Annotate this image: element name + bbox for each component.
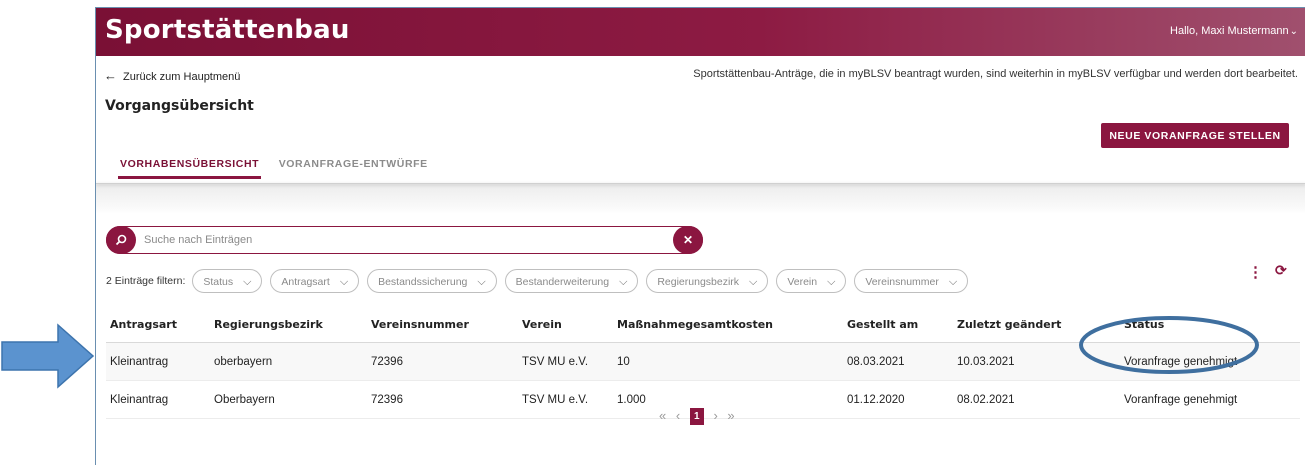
filter-bestanderweiterung[interactable]: Bestanderweiterung ⌵ [504,269,639,293]
column-header[interactable]: Regierungsbezirk [210,316,367,343]
filter-verein[interactable]: Verein ⌵ [776,269,847,293]
cell-kosten: 10 [613,342,843,381]
user-greeting: Hallo, Maxi Mustermann [1170,25,1289,37]
chevron-down-icon: ⌵ [749,276,758,288]
next-page-icon[interactable]: › [713,408,717,423]
refresh-icon[interactable]: ⟳ [1275,262,1287,279]
annotation-arrow [1,323,95,389]
chevron-down-icon: ⌵ [243,276,252,288]
column-header[interactable]: Vereinsnummer [367,316,518,343]
page-title: Vorgangsübersicht [105,98,254,114]
chevron-down-icon: ⌄ [1289,26,1298,37]
cell-gestellt: 08.03.2021 [843,342,953,381]
cell-regierungsbezirk: Oberbayern [210,380,367,419]
search-field[interactable]: Suche nach Einträgen ✕ [106,226,703,254]
tab-bar: VORHABENSÜBERSICHT VORANFRAGE-ENTWÜRFE [118,158,442,184]
app-window: Sportstättenbau Hallo, Maxi Mustermann⌄ … [95,7,1305,465]
cell-vereinsnummer: 72396 [367,380,518,419]
chevron-down-icon: ⌵ [619,276,628,288]
filter-status[interactable]: Status ⌵ [192,269,263,293]
filter-chip-label: Verein [787,276,818,288]
back-link-label: Zurück zum Hauptmenü [123,71,241,83]
new-request-button[interactable]: NEUE VORANFRAGE STELLEN [1101,123,1289,148]
search-icon[interactable] [106,226,136,254]
cell-status: Voranfrage genehmigt [1120,380,1300,419]
filter-chip-label: Status [203,276,234,288]
chevron-down-icon: ⌵ [948,276,958,288]
cell-geaendert: 08.02.2021 [953,380,1120,419]
more-options-icon[interactable]: ⋮ [1248,263,1263,281]
brand-title: Sportstättenbau [105,15,350,45]
content-shadow [96,184,1305,214]
filter-bar: 2 Einträge filtern: Status ⌵ Antragsart ⌵ … [106,269,973,297]
header-bar: Sportstättenbau Hallo, Maxi Mustermann⌄ [96,8,1305,56]
pagination: « ‹ 1 › » [656,408,738,426]
cell-antragsart: Kleinantrag [106,342,210,381]
filter-chip-label: Bestanderweiterung [515,276,610,288]
clear-icon[interactable]: ✕ [673,226,703,254]
column-header[interactable]: Gestellt am [843,316,953,343]
page-number-current[interactable]: 1 [689,408,704,426]
filter-regierungsbezirk[interactable]: Regierungsbezirk ⌵ [646,269,769,293]
filter-chip-label: Vereinsnummer [865,276,939,288]
last-page-icon[interactable]: » [727,408,734,423]
chevron-down-icon: ⌵ [477,276,486,288]
cell-verein: TSV MU e.V. [518,380,613,419]
filter-label: 2 Einträge filtern: [106,275,186,287]
annotation-highlight-oval [1079,316,1259,374]
cell-antragsart: Kleinantrag [106,380,210,419]
info-notice: Sportstättenbau-Anträge, die in myBLSV b… [693,68,1298,80]
search-input[interactable]: Suche nach Einträgen [144,234,252,246]
first-page-icon[interactable]: « [659,408,666,423]
tab-divider [96,183,1305,184]
tab-voranfrage-entwuerfe[interactable]: VORANFRAGE-ENTWÜRFE [279,158,428,179]
prev-page-icon[interactable]: ‹ [676,408,680,423]
column-header[interactable]: Verein [518,316,613,343]
top-line: ← Zurück zum Hauptmenü Sportstättenbau-An… [104,68,1298,84]
filter-chip-label: Regierungsbezirk [657,276,740,288]
cell-verein: TSV MU e.V. [518,342,613,381]
column-header[interactable]: Antragsart [106,316,210,343]
arrow-left-icon: ← [104,68,117,83]
back-link[interactable]: ← Zurück zum Hauptmenü [104,68,240,83]
filter-chip-label: Antragsart [281,276,330,288]
filter-chip-label: Bestandssicherung [378,276,468,288]
user-menu[interactable]: Hallo, Maxi Mustermann⌄ [1170,25,1298,37]
column-header[interactable]: Maßnahmegesamtkosten [613,316,843,343]
chevron-down-icon: ⌵ [827,276,836,288]
filter-bestandssicherung[interactable]: Bestandssicherung ⌵ [367,269,497,293]
tab-vorhabensuebersicht[interactable]: VORHABENSÜBERSICHT [118,158,262,179]
cell-gestellt: 01.12.2020 [843,380,953,419]
cell-vereinsnummer: 72396 [367,342,518,381]
cell-regierungsbezirk: oberbayern [210,342,367,381]
filter-antragsart[interactable]: Antragsart ⌵ [270,269,360,293]
filter-vereinsnummer[interactable]: Vereinsnummer ⌵ [854,269,969,293]
chevron-down-icon: ⌵ [339,276,349,288]
